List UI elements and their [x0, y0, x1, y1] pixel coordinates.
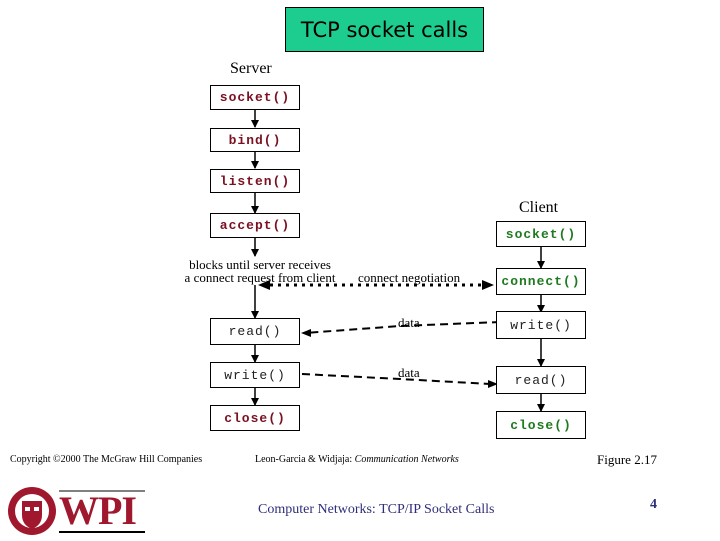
- figure-label: Figure 2.17: [597, 452, 657, 467]
- client-socket-call: socket(): [496, 221, 586, 247]
- citation-authors: Leon-Garcia & Widjaja:: [255, 454, 353, 465]
- server-socket-call: socket(): [210, 85, 300, 110]
- blocking-note-line2: a connect request from client: [184, 270, 336, 285]
- server-accept-call: accept(): [210, 213, 300, 238]
- data-arrow-server-to-client: [301, 373, 491, 385]
- citation: Leon-Garcia & Widjaja: Communication Net…: [255, 454, 459, 465]
- citation-book: Communication Networks: [354, 454, 459, 465]
- server-write-call: write(): [210, 362, 300, 388]
- client-connect-call: connect(): [496, 268, 586, 295]
- server-close-call: close(): [210, 405, 300, 431]
- connect-negotiation-label: connect negotiation: [358, 270, 461, 285]
- server-read-call: read(): [210, 318, 300, 345]
- client-write-call: write(): [496, 311, 586, 339]
- data-label-2: data: [398, 365, 420, 380]
- wpi-logo: WPI: [7, 485, 147, 537]
- page-number: 4: [650, 497, 657, 512]
- client-read-call: read(): [496, 366, 586, 394]
- data-label-1: data: [398, 315, 420, 330]
- server-listen-call: listen(): [210, 169, 300, 193]
- copyright-text: Copyright ©2000 The McGraw Hill Companie…: [10, 454, 203, 465]
- server-bind-call: bind(): [210, 128, 300, 152]
- course-title: Computer Networks: TCP/IP Socket Calls: [258, 502, 495, 517]
- blocking-note: blocks until server receives a connect r…: [179, 258, 341, 284]
- wpi-wordmark: WPI: [59, 488, 137, 533]
- client-close-call: close(): [496, 411, 586, 439]
